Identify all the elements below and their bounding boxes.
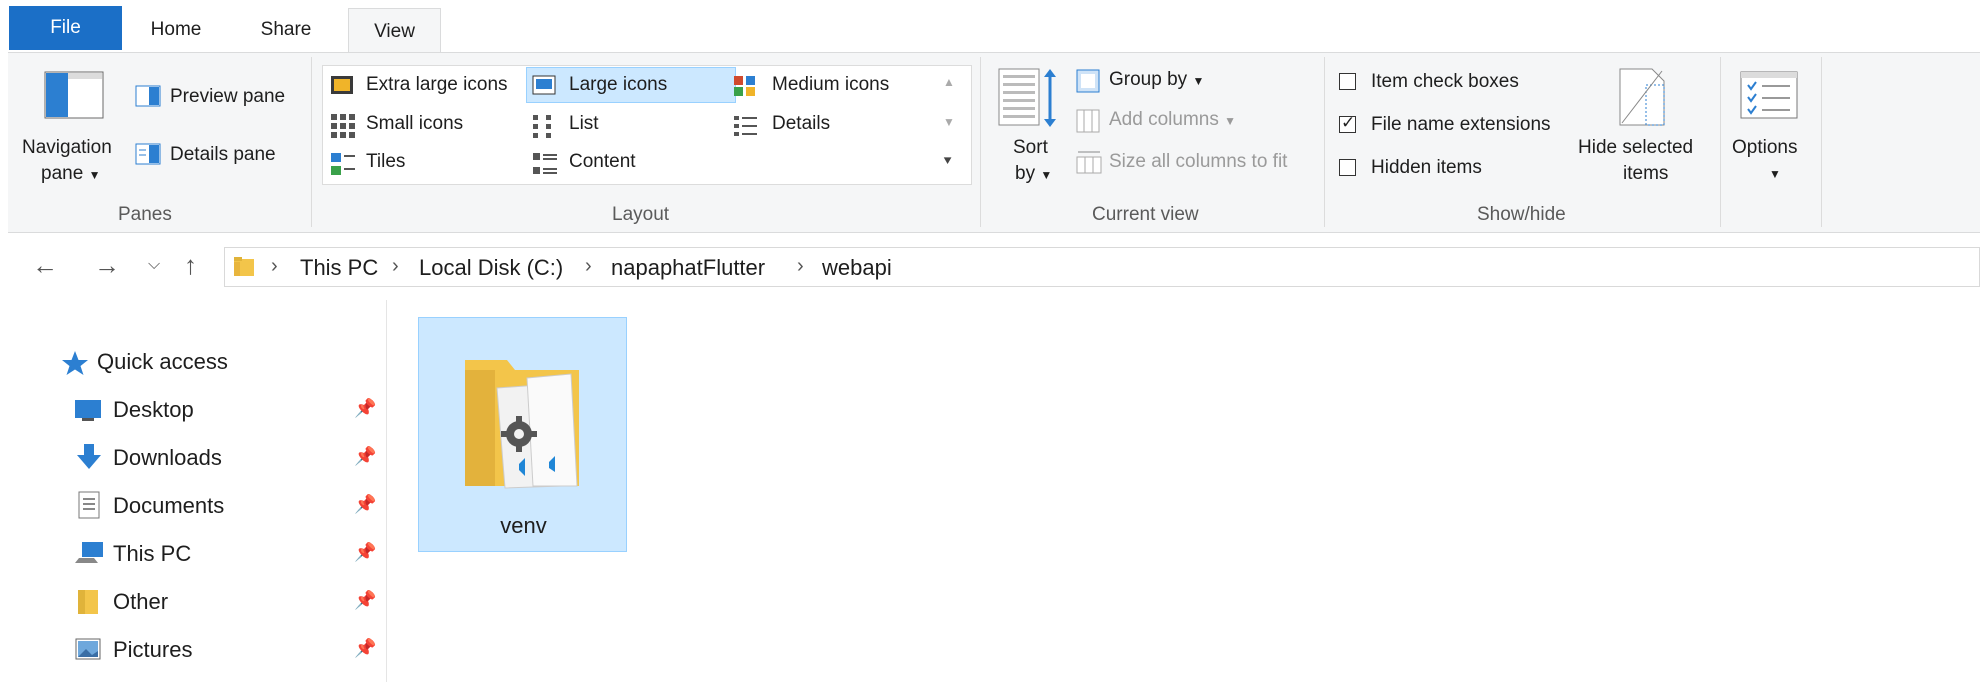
layout-list[interactable]: List <box>569 113 599 135</box>
pane-divider[interactable] <box>386 300 387 682</box>
details-icon <box>734 116 757 136</box>
sidebar-item-this-pc[interactable]: This PC <box>113 541 191 567</box>
current-view-group-label: Current view <box>1092 204 1199 225</box>
pin-icon[interactable]: 📌 <box>354 398 376 419</box>
breadcrumb-separator-icon[interactable]: › <box>392 255 399 278</box>
add-columns-icon <box>1076 109 1100 133</box>
breadcrumb-local-disk[interactable]: Local Disk (C:) <box>419 255 563 281</box>
navigation-pane-label-2[interactable]: pane ▼ <box>41 163 100 185</box>
navigation-pane-button[interactable]: Navigation <box>22 137 112 159</box>
large-icons-icon <box>532 75 556 95</box>
desktop-icon <box>75 400 101 421</box>
tiles-icon <box>331 153 355 175</box>
tab-file[interactable]: File <box>9 6 122 50</box>
vscode-folder-icon <box>465 360 579 489</box>
ribbon-tab-bar: File Home Share View <box>0 0 1980 54</box>
small-icons-icon <box>331 114 355 138</box>
downloads-icon <box>77 444 101 469</box>
ribbon: Navigation pane ▼ Preview pane Details p… <box>8 52 1980 233</box>
hide-selected-items-button[interactable]: Hide selected <box>1578 137 1693 159</box>
layout-medium-icons[interactable]: Medium icons <box>772 74 889 96</box>
file-name-extensions-label[interactable]: File name extensions <box>1371 114 1551 136</box>
gallery-expand-icon[interactable]: ⯆ <box>942 153 953 170</box>
documents-icon <box>78 491 100 519</box>
star-icon <box>62 351 88 375</box>
tab-view[interactable]: View <box>348 8 441 54</box>
file-item[interactable]: venv <box>418 317 627 552</box>
panes-group-label: Panes <box>118 204 172 225</box>
sidebar-quick-access[interactable]: Quick access <box>97 349 228 375</box>
up-arrow-icon[interactable]: ↑ <box>184 250 197 281</box>
details-pane-icon <box>135 143 161 165</box>
tab-home[interactable]: Home <box>128 8 224 52</box>
breadcrumb-this-pc[interactable]: This PC <box>300 255 378 281</box>
group-by-icon <box>1076 69 1100 93</box>
pin-icon[interactable]: 📌 <box>354 494 376 515</box>
options-icon <box>1740 71 1798 119</box>
hide-selected-items-icon <box>1619 68 1665 126</box>
content-icon <box>533 153 557 174</box>
layout-content[interactable]: Content <box>569 151 636 173</box>
size-columns-button[interactable]: Size all columns to fit <box>1109 151 1287 173</box>
preview-pane-button[interactable]: Preview pane <box>170 86 285 108</box>
pictures-icon <box>75 638 101 660</box>
hidden-items-checkbox[interactable] <box>1339 159 1356 176</box>
item-check-boxes-label[interactable]: Item check boxes <box>1371 71 1519 93</box>
folder-icon <box>78 590 98 614</box>
layout-small-icons[interactable]: Small icons <box>366 113 463 135</box>
sidebar-item-documents[interactable]: Documents <box>113 493 224 519</box>
extra-large-icons-icon <box>331 76 353 94</box>
medium-icons-icon <box>734 76 755 96</box>
group-by-button[interactable]: Group by ▼ <box>1109 69 1204 91</box>
layout-details[interactable]: Details <box>772 113 830 135</box>
forward-arrow-icon[interactable]: → <box>94 250 120 281</box>
file-item-name: venv <box>500 513 547 538</box>
breadcrumb-separator-icon[interactable]: › <box>271 255 278 278</box>
tab-share[interactable]: Share <box>234 8 338 52</box>
breadcrumb-napaphatflutter[interactable]: napaphatFlutter <box>611 255 765 281</box>
hidden-items-label[interactable]: Hidden items <box>1371 157 1482 179</box>
this-pc-icon <box>75 542 103 563</box>
sidebar-item-downloads[interactable]: Downloads <box>113 445 222 471</box>
pin-icon[interactable]: 📌 <box>354 638 376 659</box>
layout-tiles[interactable]: Tiles <box>366 151 405 173</box>
recent-locations-chevron-icon[interactable]: ⌵ <box>148 256 160 274</box>
gallery-scroll-up-icon[interactable]: ▲ <box>943 75 955 89</box>
hide-selected-items-label-2[interactable]: items <box>1623 163 1668 185</box>
layout-group-label: Layout <box>612 204 670 225</box>
options-button[interactable]: Options <box>1732 137 1797 159</box>
options-dropdown-icon[interactable]: ▼ <box>1769 167 1781 181</box>
file-name-extensions-checkbox[interactable] <box>1339 113 1356 133</box>
address-bar[interactable]: › This PC › Local Disk (C:) › napaphatFl… <box>224 247 1980 287</box>
size-columns-icon <box>1076 151 1102 174</box>
show-hide-group-label: Show/hide <box>1477 204 1566 225</box>
back-arrow-icon[interactable]: ← <box>32 250 58 281</box>
sidebar-item-pictures[interactable]: Pictures <box>113 637 192 663</box>
folder-icon <box>234 257 254 276</box>
add-columns-button[interactable]: Add columns ▼ <box>1109 109 1236 131</box>
sidebar-item-other[interactable]: Other <box>113 589 168 615</box>
pin-icon[interactable]: 📌 <box>354 446 376 467</box>
navigation-pane-icon <box>44 71 104 119</box>
list-icon <box>533 115 551 138</box>
layout-large-icons[interactable]: Large icons <box>569 74 667 96</box>
details-pane-button[interactable]: Details pane <box>170 144 276 166</box>
layout-extra-large-icons[interactable]: Extra large icons <box>366 74 508 96</box>
pin-icon[interactable]: 📌 <box>354 590 376 611</box>
preview-pane-icon <box>135 85 161 107</box>
pin-icon[interactable]: 📌 <box>354 542 376 563</box>
gallery-scroll-down-icon[interactable]: ▼ <box>943 115 955 129</box>
sidebar-item-desktop[interactable]: Desktop <box>113 397 194 423</box>
sort-by-label-2[interactable]: by ▼ <box>1015 163 1052 185</box>
breadcrumb-separator-icon[interactable]: › <box>585 255 592 278</box>
breadcrumb-separator-icon[interactable]: › <box>797 255 804 278</box>
item-check-boxes-checkbox[interactable] <box>1339 73 1356 90</box>
sort-by-button[interactable]: Sort <box>1013 137 1048 159</box>
sort-by-icon <box>998 68 1056 127</box>
breadcrumb-webapi[interactable]: webapi <box>822 255 892 281</box>
